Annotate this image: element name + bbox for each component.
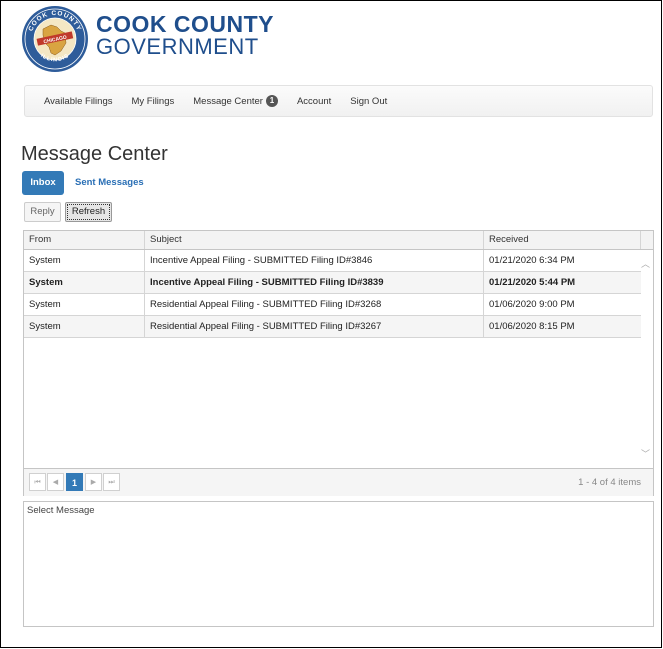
prev-page-icon[interactable]: ◀ [47, 473, 64, 491]
cell-subject: Residential Appeal Filing - SUBMITTED Fi… [145, 294, 484, 315]
scroll-up-icon[interactable]: ︿ [641, 257, 650, 270]
cell-subject: Incentive Appeal Filing - SUBMITTED Fili… [145, 272, 484, 293]
message-preview-pane[interactable]: Select Message [23, 501, 654, 627]
brand-line-1: COOK COUNTY [96, 11, 274, 37]
cell-from: System [24, 316, 145, 337]
tab-inbox[interactable]: Inbox [22, 171, 64, 195]
column-header-from[interactable]: From [24, 231, 145, 249]
brand-line-2: GOVERNMENT [96, 34, 259, 59]
top-navigation: Available Filings My Filings Message Cen… [24, 85, 653, 117]
cell-subject: Residential Appeal Filing - SUBMITTED Fi… [145, 316, 484, 337]
preview-placeholder: Select Message [27, 505, 95, 516]
nav-account[interactable]: Account [297, 96, 331, 107]
grid-header: From Subject Received [24, 231, 653, 250]
next-page-icon[interactable]: ▶ [85, 473, 102, 491]
reply-button[interactable]: Reply [24, 202, 61, 222]
cell-subject: Incentive Appeal Filing - SUBMITTED Fili… [145, 250, 484, 271]
nav-label: Available Filings [44, 95, 113, 107]
nav-label: Sign Out [350, 95, 388, 107]
nav-label: Account [296, 95, 332, 107]
brand-wordmark: COOK COUNTY GOVERNMENT [96, 12, 274, 58]
first-page-icon[interactable]: ⏮ [29, 473, 46, 491]
current-page-button[interactable]: 1 [66, 473, 83, 491]
cell-from: System [24, 272, 145, 293]
cell-received: 01/06/2020 9:00 PM [489, 299, 575, 310]
nav-label: Message Center [193, 95, 263, 107]
refresh-button[interactable]: Refresh [65, 202, 112, 222]
cell-received: 01/21/2020 5:44 PM [489, 277, 576, 288]
unread-count-badge: 1 [265, 95, 278, 107]
table-row[interactable]: System Incentive Appeal Filing - SUBMITT… [24, 272, 641, 294]
nav-my-filings[interactable]: My Filings [131, 96, 174, 107]
column-header-subject[interactable]: Subject [145, 231, 484, 249]
cell-received: 01/06/2020 8:15 PM [489, 321, 575, 332]
messages-grid: From Subject Received System Incentive A… [23, 230, 654, 496]
tab-sent-messages[interactable]: Sent Messages [75, 171, 144, 195]
page-title: Message Center [21, 143, 168, 165]
cell-from: System [24, 294, 145, 315]
nav-label: My Filings [131, 95, 175, 107]
cell-from: System [24, 250, 145, 271]
last-page-icon[interactable]: ⏭ [103, 473, 120, 491]
table-row[interactable]: System Residential Appeal Filing - SUBMI… [24, 316, 641, 338]
cell-received: 01/21/2020 6:34 PM [489, 255, 575, 266]
nav-message-center[interactable]: Message Center 1 [193, 95, 278, 107]
cook-county-seal-logo: CHICAGO COOK COUNTY ILLINOIS [22, 6, 88, 72]
scroll-down-icon[interactable]: ﹀ [641, 447, 650, 460]
column-header-received[interactable]: Received [484, 231, 641, 249]
nav-available-filings[interactable]: Available Filings [44, 96, 112, 107]
nav-sign-out[interactable]: Sign Out [350, 96, 387, 107]
grid-pager: ⏮ ◀ 1 ▶ ⏭ 1 - 4 of 4 items [24, 468, 653, 496]
table-row[interactable]: System Incentive Appeal Filing - SUBMITT… [24, 250, 641, 272]
table-row[interactable]: System Residential Appeal Filing - SUBMI… [24, 294, 641, 316]
pager-info: 1 - 4 of 4 items [578, 477, 641, 488]
